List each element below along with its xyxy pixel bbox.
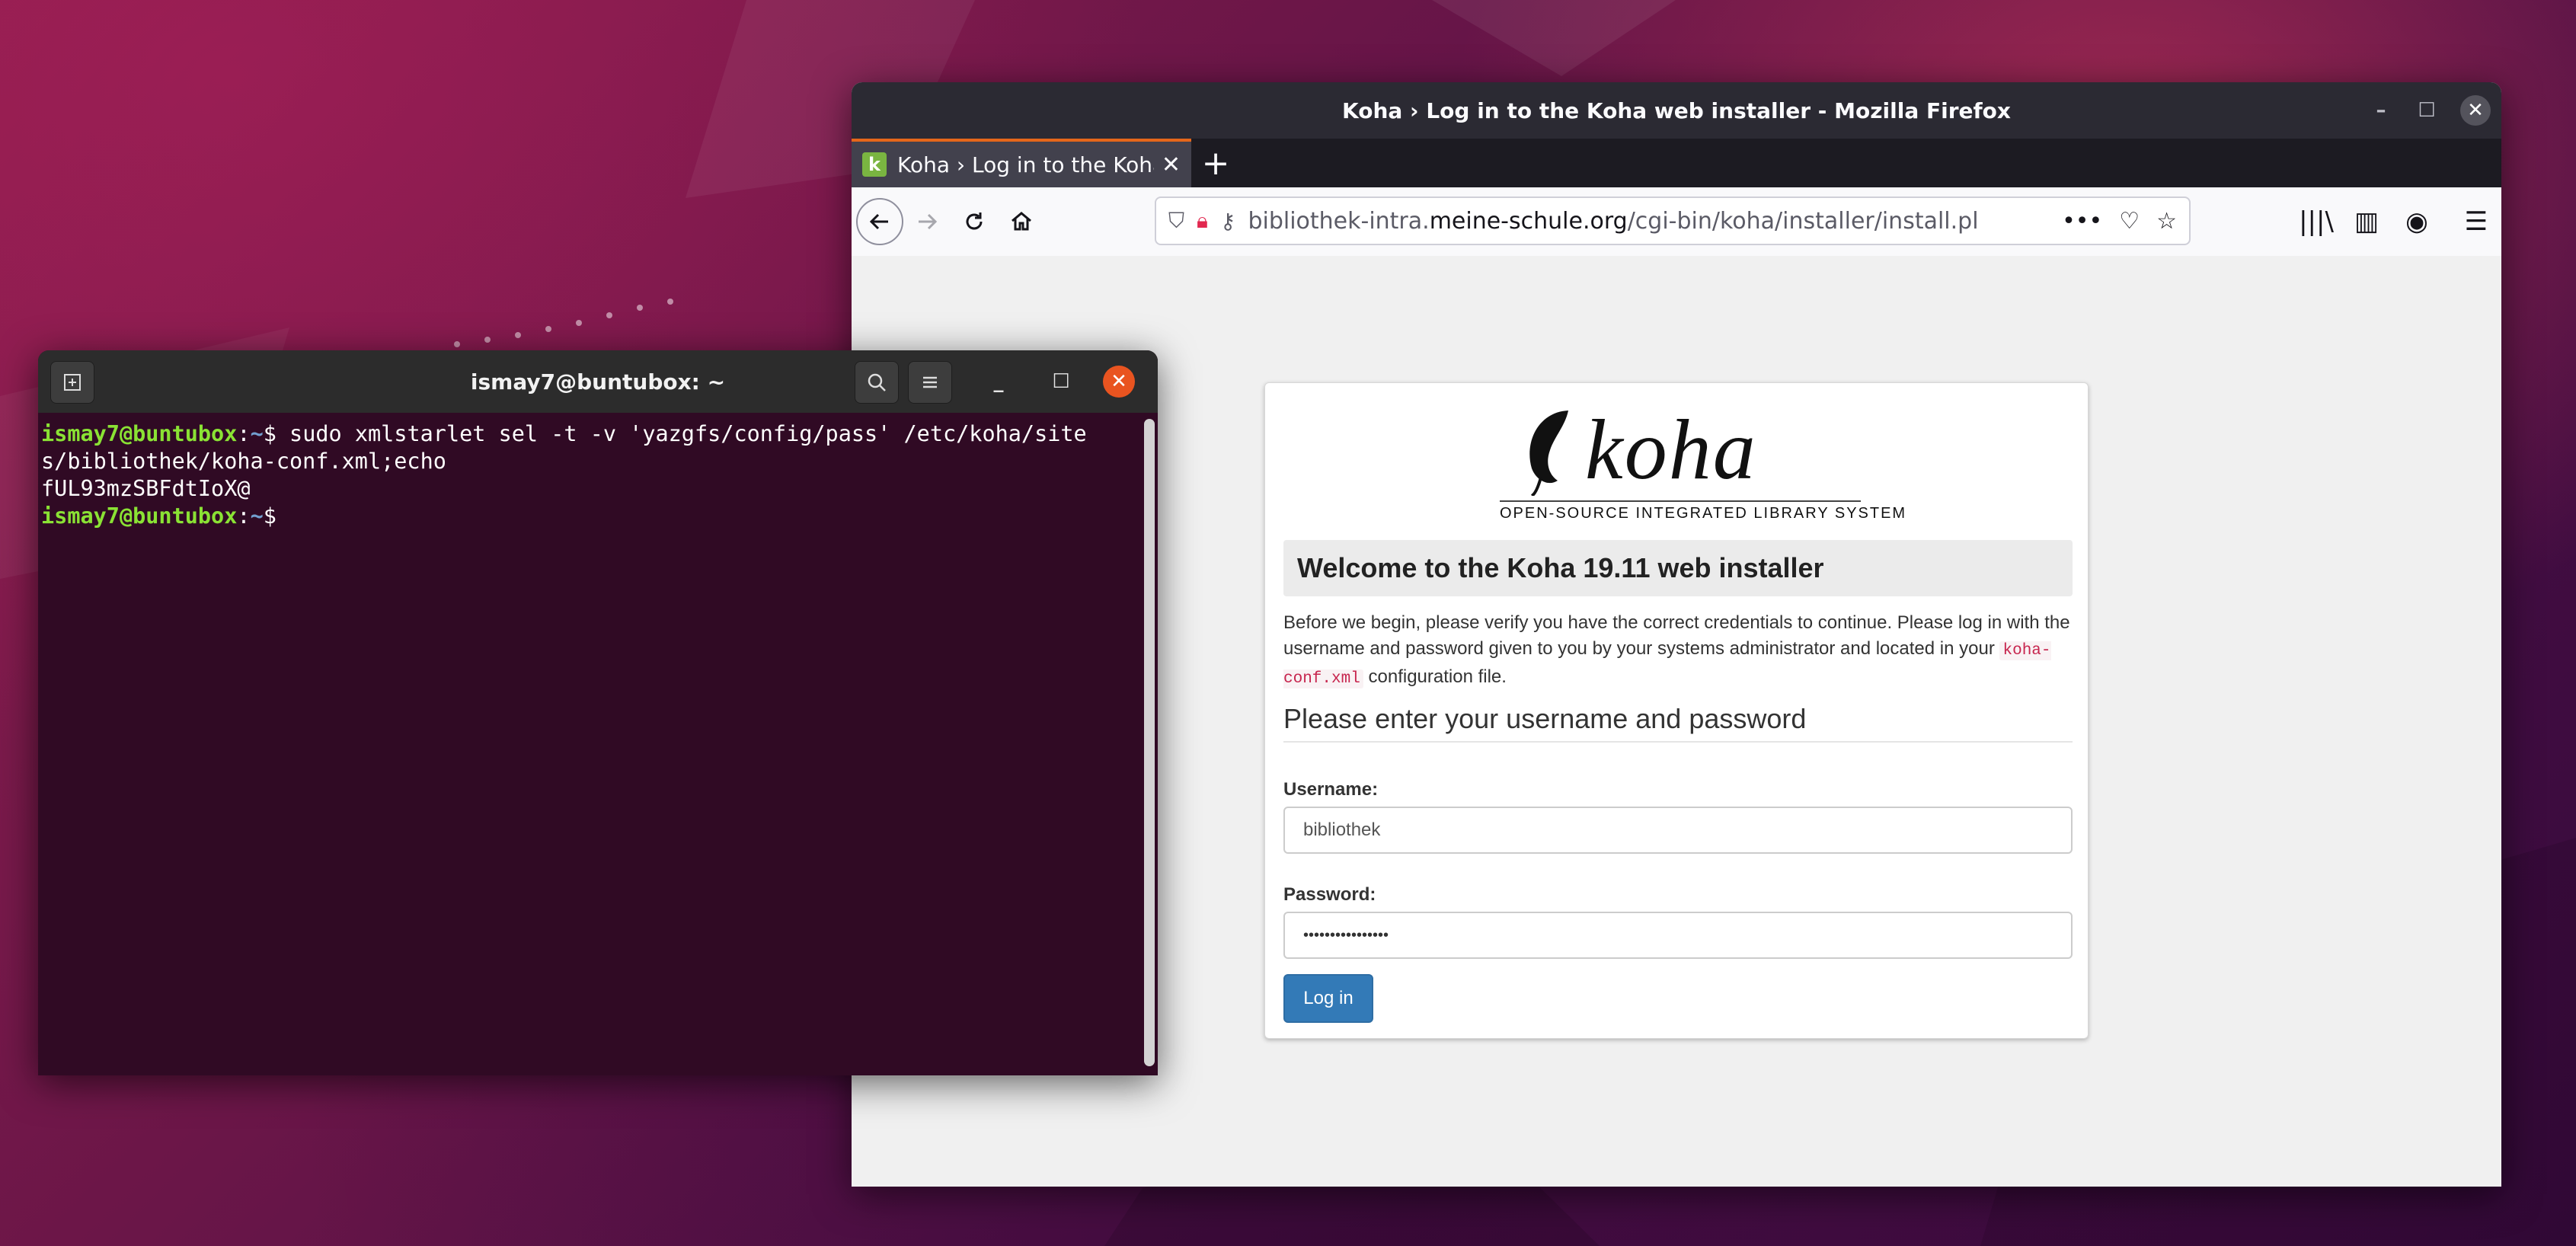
intro-text: Before we begin, please verify you have … <box>1283 612 2070 688</box>
username-input[interactable]: bibliothek <box>1283 807 2073 854</box>
tracking-protection-icon[interactable]: ⛉ <box>1168 208 1184 234</box>
url-text[interactable]: bibliothek-intra.meine-schule.org/cgi-bi… <box>1248 208 2062 235</box>
minimize-button[interactable]: _ <box>978 361 1019 402</box>
logo-tagline: OPEN-SOURCE INTEGRATED LIBRARY SYSTEM <box>1500 505 1907 522</box>
window-title: Koha › Log in to the Koha web installer … <box>1342 97 2011 123</box>
reload-icon <box>966 212 983 230</box>
library-icon[interactable]: |||\ <box>2291 198 2341 245</box>
arrow-left-icon <box>869 213 888 230</box>
password-input[interactable]: •••••••••••••••• <box>1283 912 2073 959</box>
insecure-connection-icon[interactable]: 🔒︎ <box>1197 208 1208 234</box>
terminal-title: ismay7@buntubox: ~ <box>470 369 726 395</box>
page-actions-icon[interactable]: ••• <box>2062 208 2102 235</box>
search-button[interactable] <box>855 361 899 404</box>
terminal-line-1: ismay7@buntubox:~$ sudo xmlstarlet sel -… <box>41 421 1087 446</box>
login-card: koha OPEN-SOURCE INTEGRATED LIBRARY SYST… <box>1264 382 2089 1039</box>
home-icon <box>1012 212 1031 231</box>
logo-divider <box>1500 500 1861 502</box>
tab-koha-login[interactable]: k Koha › Log in to the Koha web installe… <box>852 139 1191 187</box>
hamburger-icon <box>923 376 937 388</box>
account-icon[interactable]: ◉ <box>2392 198 2442 245</box>
new-tab-icon <box>64 374 81 391</box>
login-button[interactable]: Log in <box>1283 974 1373 1023</box>
pocket-icon[interactable]: ♡ <box>2119 208 2140 235</box>
tab-title: Koha › Log in to the Koha web installer <box>897 152 1154 177</box>
menu-icon[interactable]: ☰ <box>2451 198 2501 245</box>
koha-logo-text: koha <box>1585 403 1757 497</box>
form-heading: Please enter your username and password <box>1283 703 2073 743</box>
terminal-output[interactable]: ismay7@buntubox:~$ sudo xmlstarlet sel -… <box>38 413 1139 1075</box>
back-button[interactable] <box>856 198 903 245</box>
terminal-prompt-line: ismay7@buntubox:~$ <box>41 503 276 529</box>
url-bar[interactable]: ⛉ 🔒︎ ⚷ bibliothek-intra.meine-schule.org… <box>1155 196 2191 245</box>
koha-logo: koha OPEN-SOURCE INTEGRATED LIBRARY SYST… <box>1500 403 1905 522</box>
maximize-button[interactable]: ☐ <box>2404 88 2450 133</box>
password-label: Password: <box>1283 884 1376 905</box>
forward-button[interactable] <box>903 198 951 245</box>
tab-bar: k Koha › Log in to the Koha web installe… <box>852 139 2501 187</box>
toolbar-right: |||\ ▥ ◉ ☰ <box>2291 187 2501 256</box>
key-icon[interactable]: ⚷ <box>1220 209 1236 234</box>
terminal-output-line: fUL93mzSBFdtIoX@ <box>41 476 251 501</box>
terminal-line-2: s/bibliothek/koha-conf.xml;echo <box>41 449 446 474</box>
sidebar-icon[interactable]: ▥ <box>2341 198 2392 245</box>
username-label: Username: <box>1283 779 1379 800</box>
hamburger-menu-button[interactable] <box>908 361 952 404</box>
close-window-button[interactable]: ✕ <box>1103 366 1135 398</box>
new-tab-button[interactable]: + <box>1191 139 1240 187</box>
koha-leaf-icon <box>1529 411 1568 496</box>
close-window-button[interactable]: ✕ <box>2460 95 2491 126</box>
navigation-toolbar: ⛉ 🔒︎ ⚷ bibliothek-intra.meine-schule.org… <box>852 187 2501 257</box>
url-actions: ••• ♡ ☆ <box>2062 208 2177 235</box>
firefox-titlebar[interactable]: Koha › Log in to the Koha web installer … <box>852 82 2501 139</box>
new-tab-button[interactable] <box>50 361 94 404</box>
maximize-button[interactable]: ☐ <box>1040 361 1082 402</box>
home-button[interactable] <box>998 198 1045 245</box>
terminal-titlebar[interactable]: ismay7@buntubox: ~ _ ☐ ✕ <box>38 350 1158 413</box>
welcome-heading: Welcome to the Koha 19.11 web installer <box>1283 540 2073 596</box>
reload-button[interactable] <box>951 198 998 245</box>
terminal-scrollbar[interactable] <box>1144 419 1155 1066</box>
bookmark-star-icon[interactable]: ☆ <box>2156 208 2177 235</box>
close-tab-icon[interactable]: ✕ <box>1162 152 1181 178</box>
arrow-right-icon <box>919 213 938 230</box>
window-controls: – ☐ ✕ <box>2358 82 2491 139</box>
terminal-window: ismay7@buntubox: ~ _ ☐ ✕ ismay7@buntubox… <box>38 350 1158 1075</box>
koha-favicon-icon: k <box>862 152 887 177</box>
minimize-button[interactable]: – <box>2358 88 2404 133</box>
search-icon <box>868 373 886 391</box>
